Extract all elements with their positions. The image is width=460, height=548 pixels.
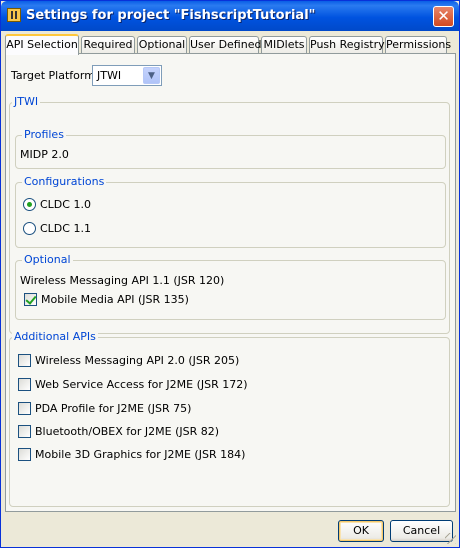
configurations-group: Configurations CLDC 1.0 CLDC 1.1: [15, 175, 446, 248]
jtwi-legend: JTWI: [12, 95, 41, 108]
tab-permissions[interactable]: Permissions: [385, 36, 451, 54]
pda-profile-checkbox[interactable]: [18, 402, 31, 415]
tab-user-defined[interactable]: User Defined: [189, 36, 261, 54]
tab-optional[interactable]: Optional: [137, 36, 187, 54]
wma-1-1-text: Wireless Messaging API 1.1 (JSR 120): [20, 274, 225, 287]
resize-grip-icon[interactable]: [445, 533, 456, 544]
wma-2-0-label[interactable]: Wireless Messaging API 2.0 (JSR 205): [35, 354, 239, 367]
optional-group: Optional Wireless Messaging API 1.1 (JSR…: [15, 253, 446, 320]
web-service-label[interactable]: Web Service Access for J2ME (JSR 172): [35, 378, 248, 391]
web-service-checkbox[interactable]: [18, 378, 31, 391]
bluetooth-obex-checkbox[interactable]: [18, 425, 31, 438]
target-platform-value: JTWI: [97, 69, 122, 82]
tab-api-selection[interactable]: API Selection: [5, 34, 79, 55]
cancel-button[interactable]: Cancel: [390, 520, 453, 542]
wma-2-0-checkbox[interactable]: [18, 354, 31, 367]
cldc-1-0-radio[interactable]: [23, 198, 36, 211]
additional-apis-group: Additional APIs Wireless Messaging API 2…: [9, 330, 450, 507]
window-title: Settings for project "FishscriptTutorial…: [26, 8, 316, 23]
cldc-1-0-label[interactable]: CLDC 1.0: [40, 198, 91, 211]
app-icon: [7, 8, 21, 22]
cldc-1-1-label[interactable]: CLDC 1.1: [40, 222, 91, 235]
mobile-media-api-checkbox[interactable]: [24, 293, 37, 306]
title-bar[interactable]: Settings for project "FishscriptTutorial…: [1, 1, 459, 31]
tab-required[interactable]: Required: [81, 36, 135, 54]
additional-apis-legend: Additional APIs: [12, 330, 98, 343]
optional-legend: Optional: [22, 253, 73, 266]
bluetooth-obex-label[interactable]: Bluetooth/OBEX for J2ME (JSR 82): [35, 425, 219, 438]
pda-profile-label[interactable]: PDA Profile for J2ME (JSR 75): [35, 402, 191, 415]
mobile-3d-checkbox[interactable]: [18, 448, 31, 461]
profile-value: MIDP 2.0: [20, 148, 69, 161]
mobile-media-api-label[interactable]: Mobile Media API (JSR 135): [41, 293, 189, 306]
close-button[interactable]: ✕: [433, 6, 454, 27]
api-selection-panel: Target Platform JTWI ▼ JTWI Profiles MID…: [5, 53, 456, 512]
configurations-legend: Configurations: [22, 175, 107, 188]
target-platform-label: Target Platform: [11, 69, 95, 82]
ok-button[interactable]: OK: [338, 520, 384, 542]
jtwi-group: JTWI Profiles MIDP 2.0 Configurations CL…: [9, 95, 450, 334]
tab-midlets[interactable]: MIDlets: [261, 36, 307, 54]
cldc-1-1-radio[interactable]: [23, 222, 36, 235]
tab-push-registry[interactable]: Push Registry: [309, 36, 385, 54]
profiles-legend: Profiles: [22, 128, 66, 141]
chevron-down-icon[interactable]: ▼: [143, 67, 160, 84]
target-platform-select[interactable]: JTWI ▼: [92, 65, 162, 86]
mobile-3d-label[interactable]: Mobile 3D Graphics for J2ME (JSR 184): [35, 448, 245, 461]
settings-dialog: Settings for project "FishscriptTutorial…: [0, 0, 460, 548]
profiles-group: Profiles MIDP 2.0: [15, 128, 446, 169]
